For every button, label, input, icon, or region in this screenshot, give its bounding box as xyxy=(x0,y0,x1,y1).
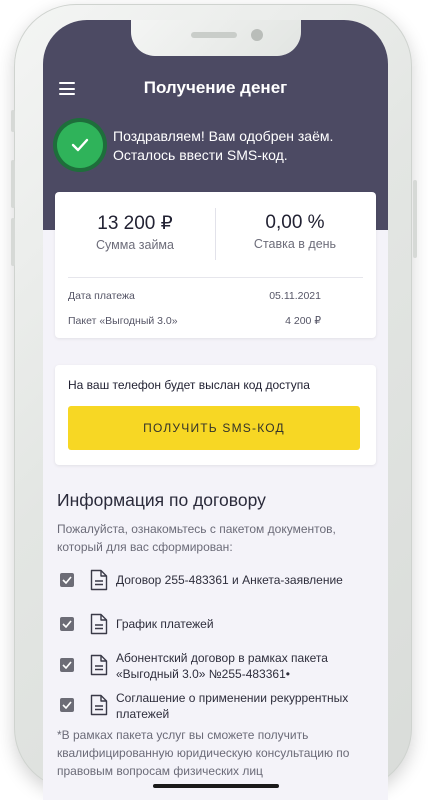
phone-volume-up-button xyxy=(11,160,15,208)
home-indicator[interactable] xyxy=(153,784,279,788)
daily-rate-value: 0,00 % xyxy=(265,212,325,233)
approval-line-2: Осталось ввести SMS-код. xyxy=(113,147,288,163)
divider xyxy=(68,277,363,278)
checkbox-checked-icon[interactable] xyxy=(60,573,74,587)
daily-rate: 0,00 % Ставка в день xyxy=(215,212,375,251)
document-title: Договор 255-483361 и Анкета-заявление xyxy=(116,572,368,588)
payment-date-value: 05.11.2021 xyxy=(269,290,321,302)
checkbox-checked-icon[interactable] xyxy=(60,658,74,672)
phone-side-button xyxy=(11,110,15,132)
package-row: Пакет «Выгодный 3.0» 4 200 ₽ xyxy=(68,315,363,327)
package-price: 4 200 ₽ xyxy=(285,315,321,327)
sms-notice: На ваш телефон будет выслан код доступа xyxy=(68,378,310,392)
document-title-line: График платежей xyxy=(116,617,214,631)
front-camera xyxy=(251,29,263,41)
checkbox-checked-icon[interactable] xyxy=(60,617,74,631)
checkbox-checked-icon[interactable] xyxy=(60,698,74,712)
document-title-line: Абонентский договор в рамках пакета xyxy=(116,651,328,665)
document-icon xyxy=(90,694,108,716)
contract-section-title: Информация по договору xyxy=(57,490,266,510)
document-icon xyxy=(90,613,108,635)
approval-line-1: Поздравляем! Вам одобрен заём. xyxy=(113,128,334,144)
loan-summary-card: 13 200 ₽ Сумма займа 0,00 % Ставка в ден… xyxy=(55,192,376,338)
get-sms-code-button[interactable]: ПОЛУЧИТЬ SMS-КОД xyxy=(68,406,360,450)
phone-power-button xyxy=(413,180,417,258)
document-title: Абонентский договор в рамках пакета «Выг… xyxy=(116,650,368,682)
document-icon xyxy=(90,569,108,591)
app-screen: Получение денег Поздравляем! Вам одобрен… xyxy=(43,20,388,800)
document-title-line: «Выгодный 3.0» №255-483361• xyxy=(116,667,290,681)
loan-amount-value: 13 200 ₽ xyxy=(97,213,173,234)
loan-amount-label: Сумма займа xyxy=(96,238,174,252)
phone-volume-down-button xyxy=(11,218,15,266)
document-title-line: Соглашение о применении рекуррентных xyxy=(116,691,349,705)
daily-rate-label: Ставка в день xyxy=(253,237,337,251)
speaker-grille xyxy=(191,32,237,38)
document-title: График платежей xyxy=(116,616,368,632)
legal-footnote: *В рамках пакета услуг вы сможете получи… xyxy=(57,728,350,778)
phone-notch xyxy=(131,20,301,56)
approved-check-icon xyxy=(57,122,103,168)
payment-date-row: Дата платежа 05.11.2021 xyxy=(68,290,363,302)
loan-amount: 13 200 ₽ Сумма займа xyxy=(55,212,215,252)
approval-message: Поздравляем! Вам одобрен заём. Осталось … xyxy=(113,127,373,165)
package-label: Пакет «Выгодный 3.0» xyxy=(68,315,178,327)
document-title-line: Договор 255-483361 и Анкета-заявление xyxy=(116,573,343,587)
page-title: Получение денег xyxy=(143,78,288,97)
document-icon xyxy=(90,654,108,676)
payment-date-label: Дата платежа xyxy=(68,290,135,302)
document-title: Соглашение о применении рекуррентных пла… xyxy=(116,690,368,722)
document-title-line: платежей xyxy=(116,707,170,721)
sms-card: На ваш телефон будет выслан код доступа … xyxy=(55,365,376,465)
contract-description: Пожалуйста, ознакомьтесь с пакетом докум… xyxy=(57,522,336,554)
